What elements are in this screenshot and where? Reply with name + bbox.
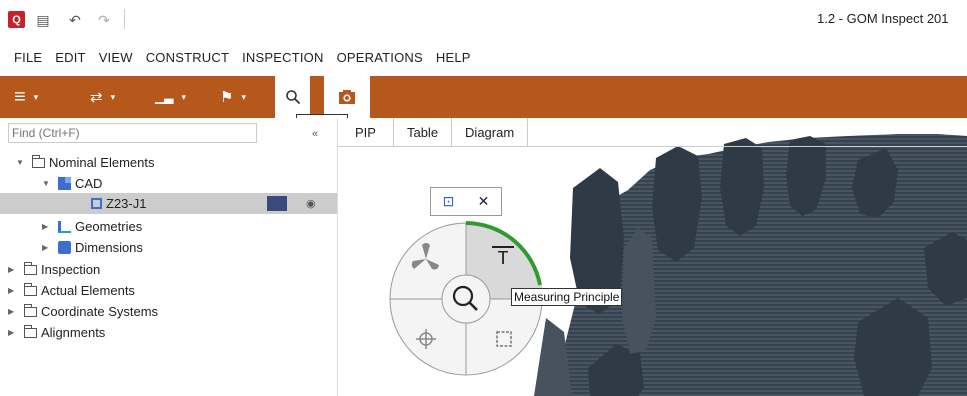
menu-view[interactable]: VIEW (99, 50, 133, 65)
tree-item-inspection[interactable]: ▶ Inspection (8, 259, 100, 280)
collapse-panel-button[interactable]: « (312, 128, 318, 140)
tree-item-label: Geometries (75, 219, 143, 234)
tree-item-label: Inspection (41, 262, 101, 277)
tree-item-dimensions[interactable]: ▶ Dimensions (42, 237, 143, 258)
alignment-button[interactable]: ⇄ ▾ (90, 76, 115, 118)
expand-arrow-icon[interactable]: ▶ (8, 328, 18, 337)
menu-help[interactable]: HELP (436, 50, 471, 65)
geometries-icon (58, 220, 71, 233)
title-bar: Q ▤ ↶ ↷ 1.2 - GOM Inspect 201 (0, 0, 967, 38)
search-icon (285, 90, 300, 105)
chevron-down-icon: ▾ (181, 91, 186, 102)
tree-item-label: Alignments (41, 325, 106, 340)
expand-arrow-icon[interactable]: ▼ (42, 179, 52, 188)
hamburger-icon: ≡ (14, 85, 26, 108)
tree-item-label: Actual Elements (41, 283, 135, 298)
tree-item-label: Coordinate Systems (41, 304, 159, 319)
undo-icon[interactable]: ↶ (66, 11, 84, 29)
tree-item-coordinate-systems[interactable]: ▶ Coordinate Systems (8, 301, 158, 322)
tab-diagram[interactable]: Diagram (452, 118, 529, 146)
cad-part-icon (91, 198, 102, 209)
window-title: 1.2 - GOM Inspect 201 (817, 11, 949, 26)
tree-item-geometries[interactable]: ▶ Geometries (42, 216, 142, 237)
expand-arrow-icon[interactable]: ▶ (8, 307, 18, 316)
tree-item-z23-j1[interactable]: Z23-J1 (91, 193, 146, 214)
expand-arrow-icon[interactable]: ▶ (8, 265, 18, 274)
view-tabs: PIP Table Diagram (338, 118, 529, 146)
inspect-button[interactable] (275, 76, 310, 118)
chevron-down-icon: ▾ (33, 91, 39, 102)
folder-icon (32, 154, 45, 168)
tree-item-label: Z23-J1 (106, 196, 147, 211)
menu-edit[interactable]: EDIT (55, 50, 85, 65)
element-icon[interactable]: ⊡ (431, 193, 466, 210)
menu-file[interactable]: FILE (14, 50, 42, 65)
main-toolbar: ≡ ▾ ⇄ ▾ ▁▃ ▾ ⚑ ▾ (0, 76, 967, 118)
explorer-panel: « ▼ Nominal Elements ▼ CAD Z23-J1 ◉ ▶ Ge… (0, 118, 338, 396)
expand-arrow-icon[interactable]: ▼ (16, 158, 26, 167)
tree-item-nominal-elements[interactable]: ▼ Nominal Elements (16, 152, 155, 173)
tab-pip[interactable]: PIP (338, 118, 394, 146)
tab-table[interactable]: Table (394, 118, 453, 146)
gom-logo-icon[interactable]: Q (8, 11, 25, 28)
redo-icon[interactable]: ↷ (95, 11, 113, 29)
tabs-divider (338, 146, 967, 147)
label-button[interactable]: ⚑ ▾ (220, 76, 246, 118)
hamburger-menu-button[interactable]: ≡ ▾ (14, 76, 38, 118)
chevron-down-icon: ▾ (241, 91, 246, 102)
close-icon[interactable]: ✕ (466, 193, 501, 210)
chart-icon: ▁▃ (155, 90, 174, 104)
folder-icon (24, 303, 37, 317)
alignment-icon: ⇄ (90, 89, 103, 106)
chevron-down-icon: ▾ (110, 91, 116, 102)
cad-icon (58, 177, 71, 190)
folder-icon (24, 261, 37, 275)
expand-arrow-icon[interactable]: ▶ (8, 286, 18, 295)
menu-inspection[interactable]: INSPECTION (242, 50, 323, 65)
expand-arrow-icon[interactable]: ▶ (42, 222, 52, 231)
tree-item-actual-elements[interactable]: ▶ Actual Elements (8, 280, 135, 301)
measuring-principle-tooltip: Measuring Principle (511, 288, 623, 306)
tree-item-alignments[interactable]: ▶ Alignments (8, 322, 105, 343)
menu-operations[interactable]: OPERATIONS (337, 50, 423, 65)
dimensions-icon (58, 241, 71, 254)
folder-icon (24, 282, 37, 296)
expand-arrow-icon[interactable]: ▶ (42, 243, 52, 252)
tree-item-cad[interactable]: ▼ CAD (42, 173, 102, 194)
save-icon[interactable]: ▤ (34, 11, 52, 29)
tree-item-label: CAD (75, 176, 103, 191)
find-input[interactable] (8, 123, 257, 143)
tree-item-label: Nominal Elements (49, 155, 155, 170)
flag-icon: ⚑ (220, 89, 234, 106)
eye-icon[interactable]: ◉ (306, 197, 316, 210)
element-color-swatch[interactable] (267, 196, 287, 211)
text-tool-icon[interactable]: T (492, 246, 514, 269)
menu-bar: FILE EDIT VIEW CONSTRUCT INSPECTION OPER… (0, 38, 967, 76)
chart-button[interactable]: ▁▃ ▾ (155, 76, 186, 118)
camera-icon (339, 90, 355, 104)
tree-item-label: Dimensions (75, 240, 143, 255)
menu-construct[interactable]: CONSTRUCT (146, 50, 229, 65)
folder-icon (24, 324, 37, 338)
snapshot-button[interactable] (324, 76, 370, 118)
element-mini-toolbar: ⊡ ✕ (430, 187, 502, 216)
quick-access-separator (124, 9, 125, 29)
